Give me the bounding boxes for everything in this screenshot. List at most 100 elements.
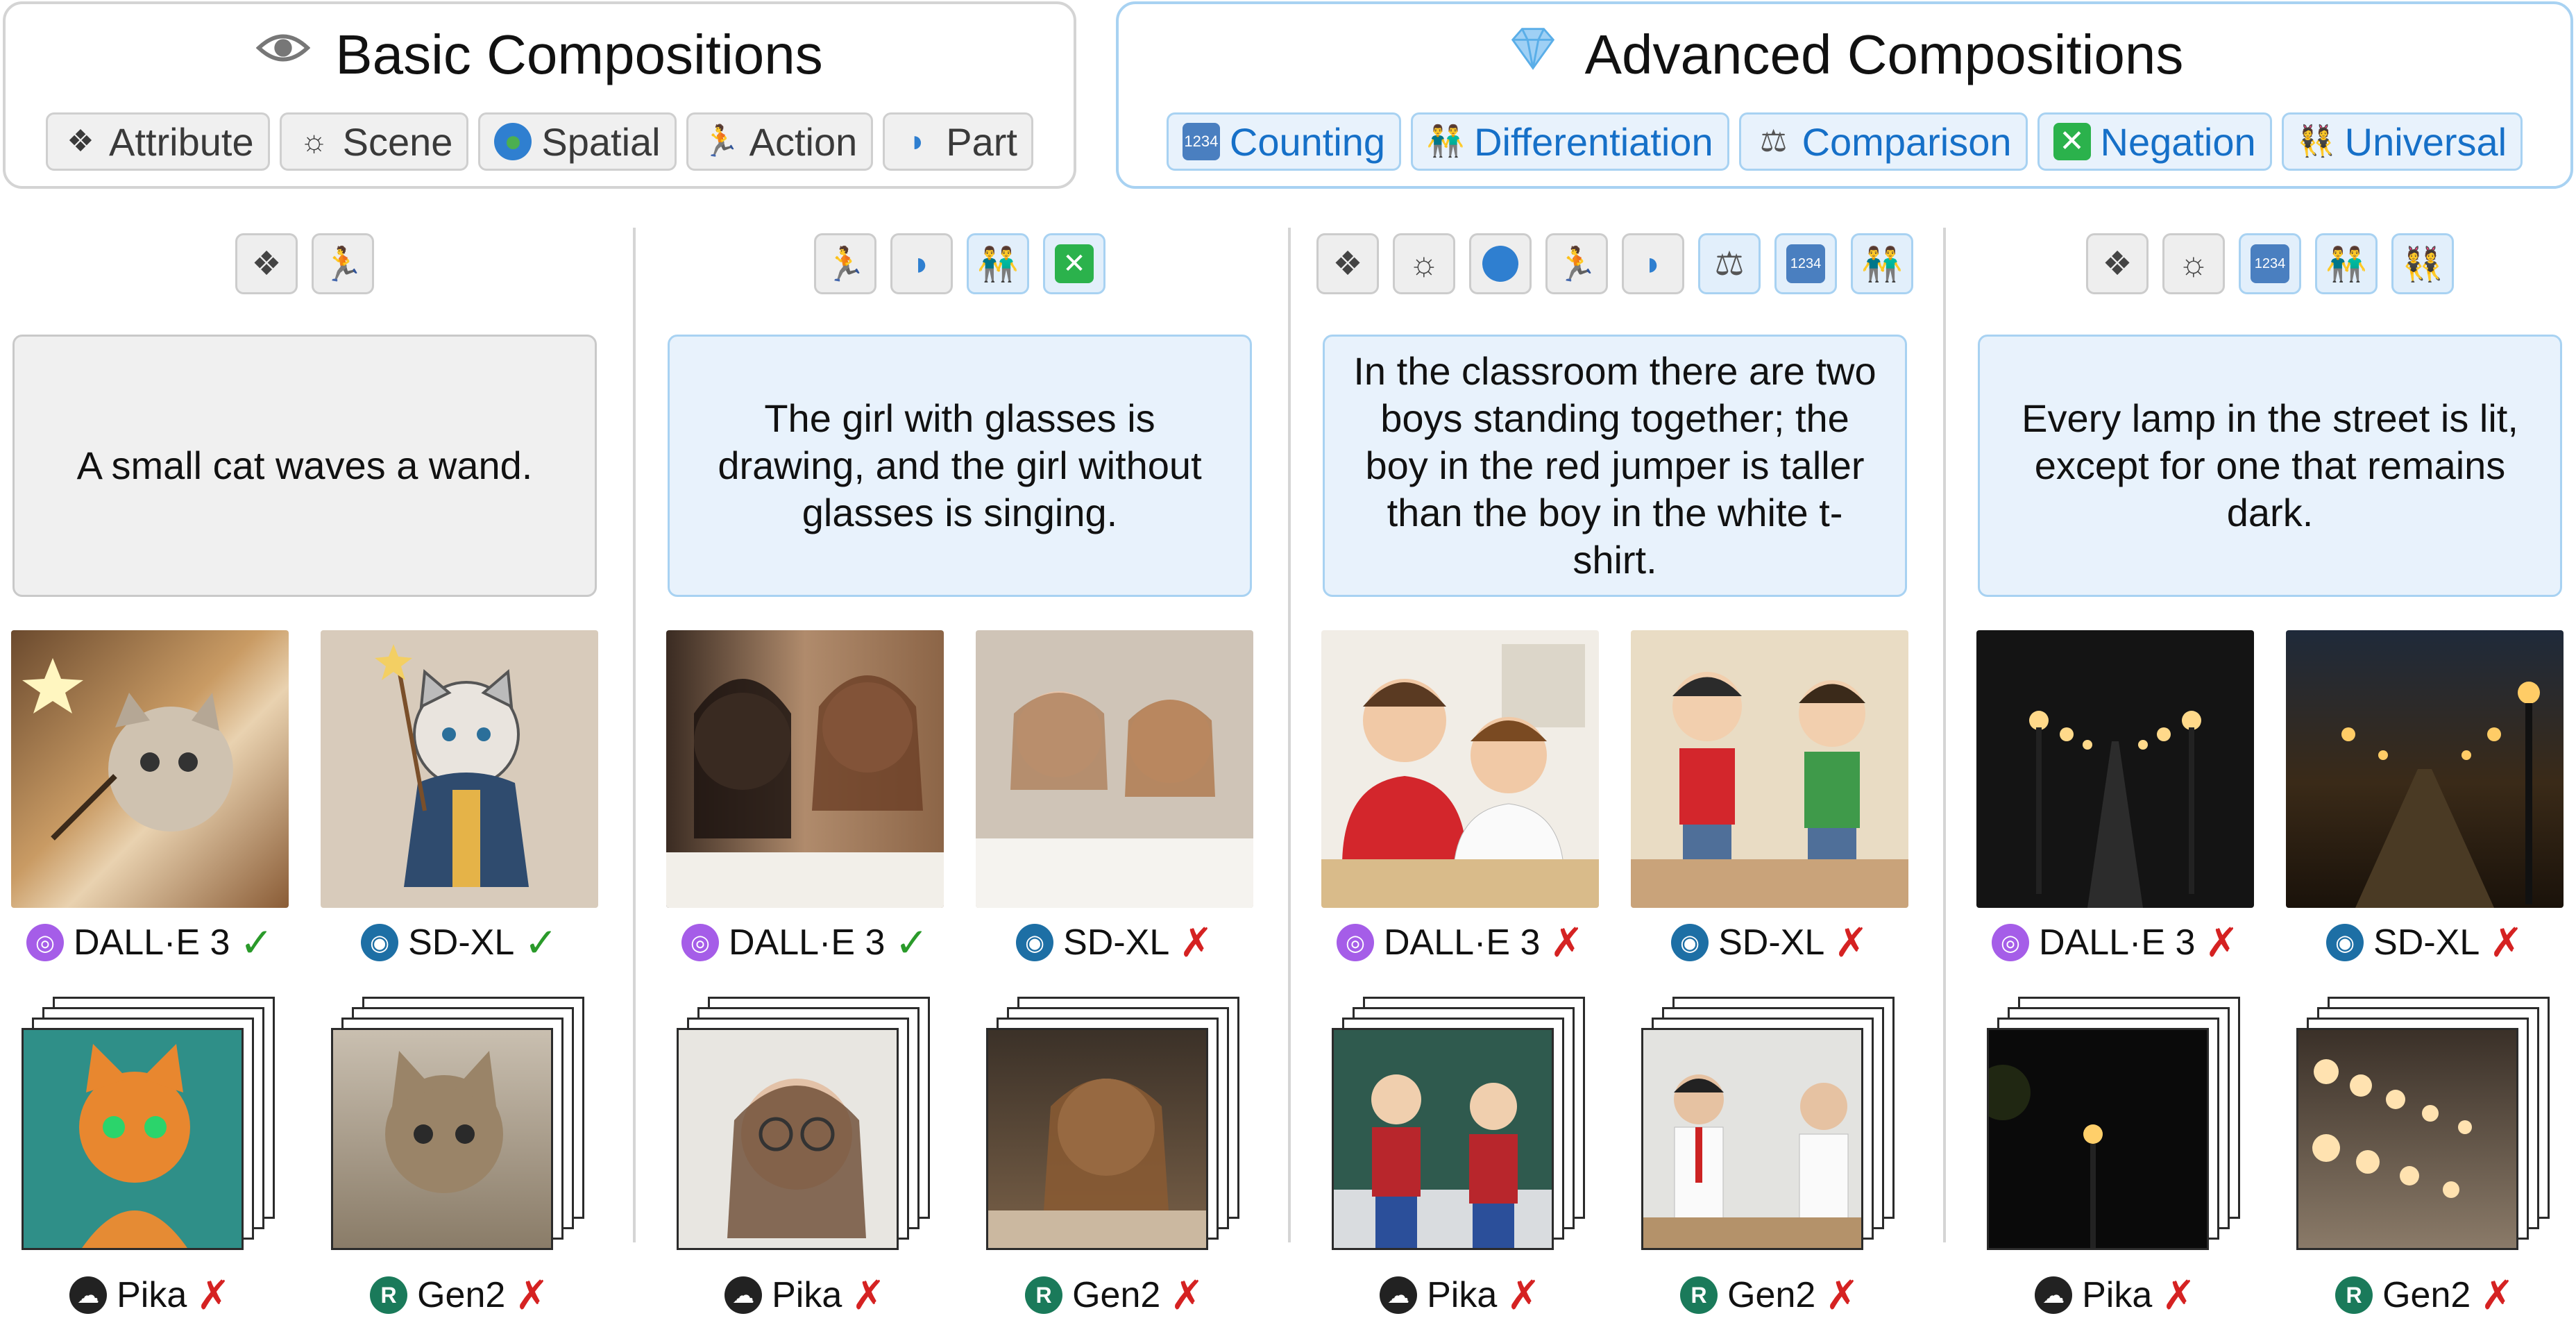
openai-icon: ◎	[1991, 924, 2029, 961]
prompt-text: Every lamp in the street is lit, except …	[1978, 335, 2562, 597]
cross-icon: ✗	[1507, 1273, 1541, 1318]
model-label: ☁ Pika ✗	[1321, 1272, 1599, 1319]
tag-attribute: ❖ Attribute	[46, 112, 270, 171]
cross-icon: ✗	[1179, 920, 1213, 965]
gen2-video-frames	[976, 997, 1253, 1260]
cross-icon: ✗	[1550, 920, 1584, 965]
crowd-icon: 👯	[2391, 233, 2454, 294]
gen2-video-frames	[1631, 997, 1908, 1260]
numbers-icon: 1234	[1182, 123, 1220, 160]
runway-icon: R	[1025, 1276, 1063, 1314]
pika-video-frames	[1321, 997, 1599, 1260]
check-icon: ✓	[239, 920, 274, 965]
cap-icon: ◗	[1622, 233, 1684, 294]
attribute-icon: ❖	[67, 124, 94, 158]
cross-icon: ✗	[2205, 920, 2239, 965]
globe-icon: ●	[494, 123, 532, 160]
tag-universal: 👯 Universal	[2281, 112, 2523, 171]
sun-icon: ☼	[300, 124, 328, 158]
people-icon: 👬	[1426, 124, 1465, 158]
model-label: ◎ DALL·E 3 ✗	[1976, 919, 2254, 966]
people-icon: 👬	[2315, 233, 2378, 294]
runway-icon: R	[370, 1276, 408, 1314]
tag-spatial: ● Spatial	[478, 112, 677, 171]
cross-icon: ✗	[2480, 1273, 2514, 1318]
eye-icon	[255, 21, 311, 88]
example-column-1: ❖ 🏃 A small cat waves a wand. ◎ DALL·E 3 ✓…	[3, 233, 607, 1319]
basic-title: Basic Compositions	[335, 23, 823, 85]
gem-icon	[1506, 21, 1560, 88]
dalle3-image-street	[1976, 630, 2254, 908]
dalle3-image-girls	[666, 630, 944, 908]
pika-video-frames	[11, 997, 289, 1260]
sdxl-image-cat	[321, 630, 598, 908]
cross-icon: ✗	[515, 1273, 549, 1318]
scales-icon: ⚖	[1698, 233, 1761, 294]
sdxl-image-street	[2286, 630, 2564, 908]
runway-icon: R	[2335, 1276, 2373, 1314]
cross-icon: ✗	[851, 1273, 886, 1318]
example-column-4: ❖ ☼ 1234 👬 👯 Every lamp in the street is…	[1968, 233, 2572, 1319]
model-label: R Gen2 ✗	[976, 1272, 1253, 1319]
advanced-compositions-panel: Advanced Compositions 1234 Counting 👬 Diff…	[1116, 1, 2573, 189]
gen2-video-frames	[321, 997, 598, 1260]
example-column-3: ❖ ☼ 🏃 ◗ ⚖ 1234 👬 In the classroom there …	[1313, 233, 1917, 1319]
palette-icon: ◉	[2326, 924, 2364, 961]
tag-counting: 1234 Counting	[1166, 112, 1402, 171]
attribute-icon: ❖	[235, 233, 298, 294]
pika-icon: ☁	[1380, 1276, 1418, 1314]
model-label: ◉ SD-XL ✗	[1631, 919, 1908, 966]
model-label: ◎ DALL·E 3 ✓	[666, 919, 944, 966]
crowd-icon: 👯	[2297, 124, 2336, 158]
advanced-title: Advanced Compositions	[1584, 23, 2184, 85]
model-label: ☁ Pika ✗	[1976, 1272, 2254, 1319]
people-icon: 👬	[1851, 233, 1913, 294]
column-divider	[1288, 228, 1291, 1242]
openai-icon: ◎	[26, 924, 64, 961]
prompt-text: In the classroom there are two boys stan…	[1323, 335, 1907, 597]
cross-icon: ✗	[1834, 920, 1868, 965]
pika-video-frames	[666, 997, 944, 1260]
basic-compositions-panel: Basic Compositions ❖ Attribute ☼ Scene ● Sp…	[3, 1, 1076, 189]
tag-action: 🏃 Action	[686, 112, 874, 171]
cross-icon: ✗	[2162, 1273, 2196, 1318]
pika-icon: ☁	[69, 1276, 108, 1314]
check-icon: ✓	[524, 920, 558, 965]
tag-part: ◗ Part	[883, 112, 1033, 171]
model-label: ☁ Pika ✗	[666, 1272, 944, 1319]
palette-icon: ◉	[361, 924, 399, 961]
scales-icon: ⚖	[1759, 124, 1788, 158]
cross-icon: ✗	[1825, 1273, 1859, 1318]
palette-icon: ◉	[1016, 924, 1054, 961]
gen2-video-frames	[2286, 997, 2564, 1260]
cross-box-icon: ✕	[2053, 123, 2091, 160]
runway-icon: R	[1680, 1276, 1718, 1314]
runner-icon: 🏃	[814, 233, 876, 294]
cross-icon: ✗	[1170, 1273, 1204, 1318]
runner-icon: 🏃	[1545, 233, 1608, 294]
numbers-icon: 1234	[1774, 233, 1837, 294]
openai-icon: ◎	[1336, 924, 1374, 961]
cap-icon: ◗	[890, 233, 953, 294]
prompt-text: A small cat waves a wand.	[12, 335, 597, 597]
dalle3-image-cat	[11, 630, 289, 908]
check-icon: ✓	[895, 920, 929, 965]
palette-icon: ◉	[1671, 924, 1709, 961]
model-label: R Gen2 ✗	[1631, 1272, 1908, 1319]
dalle3-image-boys	[1321, 630, 1599, 908]
sun-icon: ☼	[2162, 233, 2225, 294]
cap-icon: ◗	[908, 124, 927, 158]
column-divider	[633, 228, 636, 1242]
cross-icon: ✗	[2489, 920, 2523, 965]
sdxl-image-boys	[1631, 630, 1908, 908]
tag-comparison: ⚖ Comparison	[1738, 112, 2028, 171]
tag-scene: ☼ Scene	[279, 112, 469, 171]
model-label: ◎ DALL·E 3 ✓	[11, 919, 289, 966]
model-label: R Gen2 ✗	[2286, 1272, 2564, 1319]
sdxl-image-girls	[976, 630, 1253, 908]
pika-icon: ☁	[2035, 1276, 2073, 1314]
model-label: R Gen2 ✗	[321, 1272, 598, 1319]
pika-icon: ☁	[724, 1276, 763, 1314]
model-label: ◎ DALL·E 3 ✗	[1321, 919, 1599, 966]
tag-negation: ✕ Negation	[2037, 112, 2272, 171]
